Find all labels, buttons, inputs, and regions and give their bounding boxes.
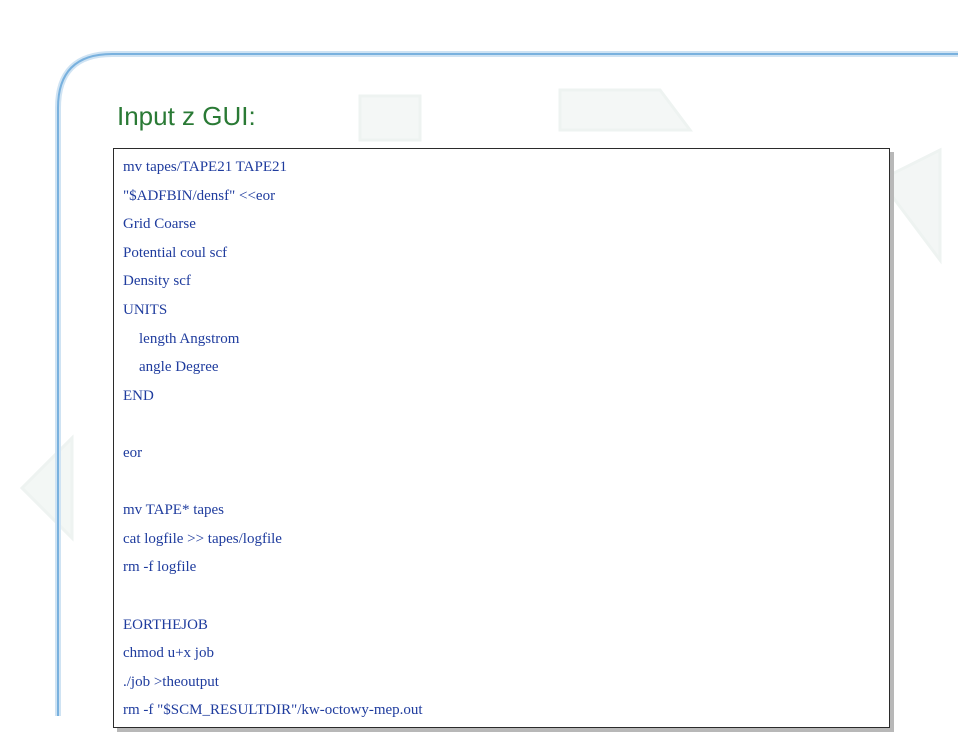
code-line: EORTHEJOB xyxy=(123,616,208,633)
code-line: Density scf xyxy=(123,273,191,290)
code-line: rm -f "$SCM_RESULTDIR"/kw-octowy-mep.out xyxy=(123,702,423,719)
code-line: mv TAPE* tapes xyxy=(123,502,225,519)
code-line: eor xyxy=(123,444,143,461)
code-line: ./job >theoutput xyxy=(123,673,219,690)
code-line-blank xyxy=(123,410,423,439)
code-line: mv tapes/TAPE21 TAPE21 xyxy=(123,159,287,175)
code-line: Potential coul scf xyxy=(123,244,228,261)
code-line: angle Degree xyxy=(139,359,219,376)
code-line: UNITS xyxy=(123,301,168,318)
code-line: rm -f logfile xyxy=(123,559,197,576)
code-lines: mv tapes/TAPE21 TAPE21 "$ADFBIN/densf" <<… xyxy=(123,153,423,725)
slide-title: Input z GUI: xyxy=(117,101,256,131)
code-line: chmod u+x job xyxy=(123,645,214,662)
code-line-blank xyxy=(123,582,423,611)
code-line: "$ADFBIN/densf" <<eor xyxy=(123,187,276,204)
code-box: mv tapes/TAPE21 TAPE21 "$ADFBIN/densf" <<… xyxy=(113,148,890,728)
code-line: cat logfile >> tapes/logfile xyxy=(123,530,282,547)
code-line: END xyxy=(123,387,154,404)
code-line: length Angstrom xyxy=(139,330,240,347)
code-line-blank xyxy=(123,468,423,497)
code-line: Grid Coarse xyxy=(123,216,196,233)
